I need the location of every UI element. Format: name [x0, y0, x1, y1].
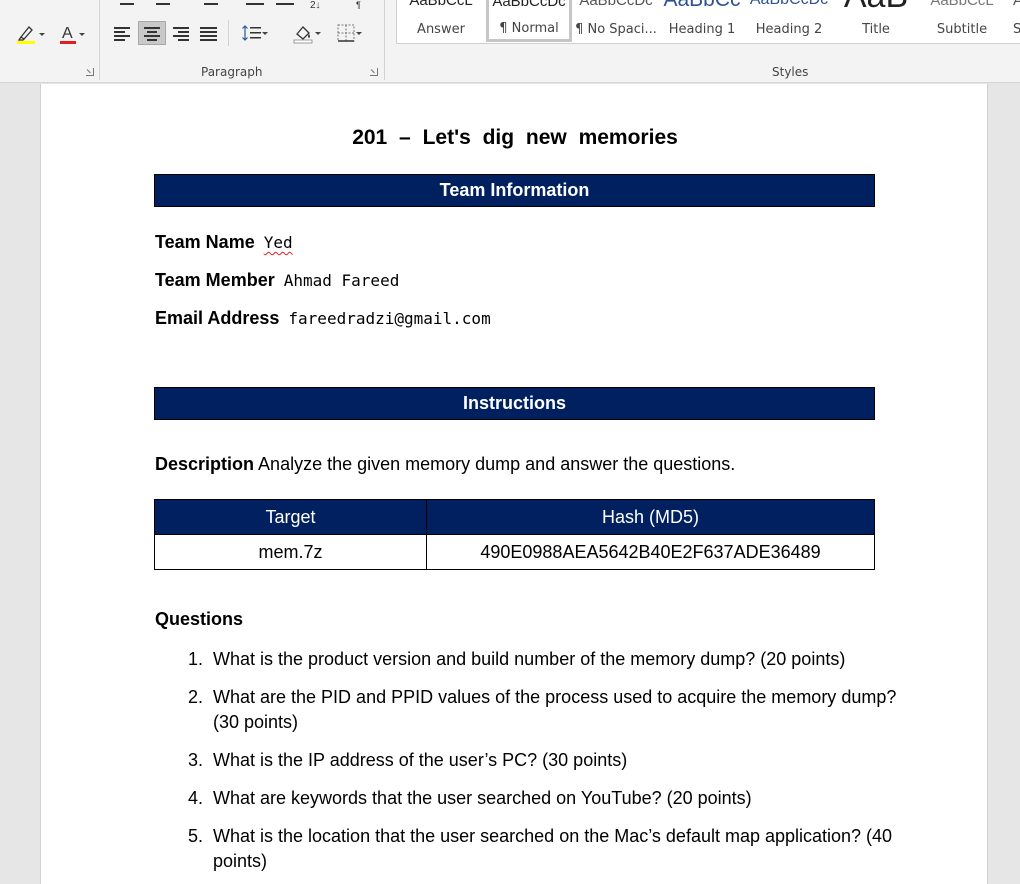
group-separator — [384, 0, 385, 80]
align-center-icon — [143, 26, 161, 41]
font-color-button[interactable]: A — [48, 22, 88, 46]
description-line: Description Analyze the given memory dum… — [155, 454, 735, 475]
chevron-down-icon — [79, 33, 85, 36]
questions-heading: Questions — [155, 609, 244, 629]
highlighter-icon — [17, 26, 35, 44]
paragraph-top-row: 2↓ ¶ — [112, 0, 372, 11]
style-sample: AaBbCc — [659, 0, 745, 12]
style-title[interactable]: AaB Title — [833, 0, 919, 45]
styles-gallery: AaBbCcL Answer AaBbCcDc ¶ Normal AaBbCcD… — [396, 0, 1020, 44]
question-number: 1. — [187, 649, 203, 669]
instructions-banner: Instructions — [154, 387, 875, 420]
questions-list: 1. What is the product version and build… — [183, 647, 903, 884]
list-item: 5. What is the location that the user se… — [183, 824, 903, 874]
description-text: Analyze the given memory dump and answer… — [258, 454, 736, 474]
style-sample: A — [1005, 0, 1020, 9]
borders-icon — [337, 24, 355, 42]
list-item: 3. What is the IP address of the user’s … — [183, 748, 903, 773]
team-member-line: Team Member Ahmad Fareed — [155, 270, 399, 291]
team-member-label: Team Member — [155, 270, 275, 290]
team-name-label: Team Name — [155, 232, 255, 252]
question-number: 2. — [187, 687, 203, 707]
style-heading-2[interactable]: AaBbCcDc Heading 2 — [745, 0, 833, 45]
justify-button[interactable] — [196, 21, 222, 45]
target-hash-table: Target Hash (MD5) mem.7z 490E0988AEA5642… — [154, 499, 875, 570]
team-name-line: Team Name Yed — [155, 232, 293, 253]
chevron-down-icon — [262, 32, 268, 35]
style-sample: AaBbCcDc — [492, 0, 566, 10]
align-left-button[interactable] — [110, 21, 136, 45]
style-sample: AaB — [833, 0, 919, 16]
line-spacing-button[interactable] — [234, 21, 270, 45]
highlighter-button[interactable] — [6, 22, 46, 46]
email-address-value: fareedradzi@gmail.com — [288, 309, 491, 328]
description-label: Description — [155, 454, 255, 474]
style-subtitle[interactable]: AaBbCcL Subtitle — [919, 0, 1005, 45]
team-member-value: Ahmad Fareed — [283, 271, 400, 290]
question-number: 3. — [187, 750, 203, 770]
table-row: mem.7z 490E0988AEA5642B40E2F637ADE36489 — [154, 534, 875, 570]
question-text: What is the location that the user searc… — [213, 826, 893, 871]
style-name: Answer — [417, 22, 465, 37]
align-right-icon — [172, 26, 190, 41]
table-cell-hash: 490E0988AEA5642B40E2F637ADE36489 — [426, 534, 875, 570]
table-header-target: Target — [154, 499, 427, 535]
svg-text:A: A — [62, 25, 73, 42]
style-sample: AaBbCcDc — [579, 0, 653, 9]
style-name: Subtitle — [936, 22, 988, 37]
align-right-button[interactable] — [168, 21, 194, 45]
list-item: 2. What are the PID and PPID values of t… — [183, 685, 903, 735]
align-center-button[interactable] — [138, 21, 166, 45]
question-text: What are the PID and PPID values of the … — [213, 687, 897, 732]
table-header-hash: Hash (MD5) — [426, 499, 875, 535]
list-item: 1. What is the product version and build… — [183, 647, 903, 672]
borders-button[interactable] — [326, 21, 366, 45]
email-address-label: Email Address — [155, 308, 280, 328]
justify-icon — [200, 26, 218, 41]
paragraph-group-label: Paragraph — [201, 65, 263, 79]
table-cell-target: mem.7z — [154, 534, 427, 570]
style-subtle-emphasis[interactable]: A S — [1005, 0, 1020, 45]
table-header-row: Target Hash (MD5) — [154, 499, 875, 535]
font-group-launcher-icon[interactable] — [86, 68, 94, 76]
style-heading-1[interactable]: AaBbCc Heading 1 — [659, 0, 745, 45]
ribbon: A 2↓ ¶ Paragraph AaBbCcL Answer AaBbCcDc… — [0, 0, 1020, 83]
style-normal[interactable]: AaBbCcDc ¶ Normal — [486, 0, 572, 42]
style-sample: AaBbCcL — [930, 0, 994, 9]
document-page[interactable]: 201 – Let's dig new memories Team Inform… — [40, 84, 988, 884]
chevron-down-icon — [356, 32, 362, 35]
question-number: 4. — [187, 788, 203, 808]
email-address-line: Email Address fareedradzi@gmail.com — [155, 308, 491, 329]
chevron-down-icon — [39, 33, 45, 36]
style-sample: AaBbCcDc — [745, 0, 833, 9]
paragraph-group-launcher-icon[interactable] — [370, 68, 378, 76]
question-text: What is the IP address of the user’s PC?… — [213, 750, 628, 770]
document-title: 201 – Let's dig new memories — [352, 126, 678, 149]
question-text: What are keywords that the user searched… — [213, 788, 752, 808]
group-separator — [99, 0, 100, 80]
style-name: Title — [862, 22, 890, 37]
style-name: Heading 1 — [668, 22, 736, 37]
style-sample: AaBbCcL — [409, 0, 473, 9]
align-left-icon — [114, 26, 132, 41]
line-spacing-icon — [242, 25, 261, 41]
style-no-spacing[interactable]: AaBbCcDc ¶ No Spaci... — [573, 0, 659, 45]
shading-button[interactable] — [282, 21, 324, 45]
list-item: 4. What are keywords that the user searc… — [183, 786, 903, 811]
style-name: Heading 2 — [755, 22, 823, 37]
style-name: ¶ No Spaci... — [575, 22, 657, 37]
style-name: S — [1005, 22, 1020, 37]
question-number: 5. — [187, 826, 203, 846]
group-separator — [228, 20, 229, 46]
style-name: ¶ Normal — [499, 21, 559, 36]
font-color-icon: A — [60, 25, 76, 44]
shading-icon — [293, 26, 313, 44]
style-answer[interactable]: AaBbCcL Answer — [397, 0, 485, 45]
team-information-banner: Team Information — [154, 174, 875, 207]
question-text: What is the product version and build nu… — [213, 649, 846, 669]
chevron-down-icon — [315, 32, 321, 35]
styles-group-label: Styles — [772, 65, 809, 79]
team-name-value: Yed — [263, 233, 293, 252]
